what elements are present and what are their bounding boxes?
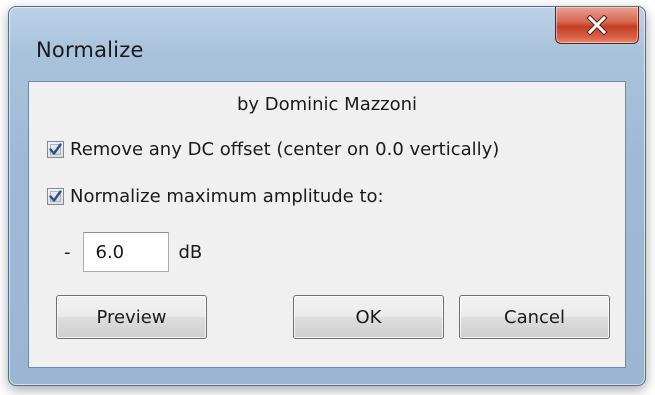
amplitude-input[interactable] [82, 232, 169, 272]
close-button[interactable] [555, 7, 639, 44]
close-x-icon [586, 15, 608, 35]
remove-dc-offset-option[interactable]: Remove any DC offset (center on 0.0 vert… [47, 139, 499, 160]
amplitude-unit: dB [178, 241, 203, 263]
author-credit: by Dominic Mazzoni [236, 94, 418, 115]
ok-button[interactable]: OK [293, 295, 444, 339]
amplitude-sign: - [64, 241, 71, 263]
normalize-max-amplitude-option[interactable]: Normalize maximum amplitude to: [47, 186, 384, 207]
dialog-title: Normalize [36, 38, 144, 62]
normalize-dialog: Normalize by Dominic Mazzoni Remove any … [8, 6, 646, 386]
remove-dc-offset-label: Remove any DC offset (center on 0.0 vert… [70, 139, 500, 160]
normalize-max-amplitude-label: Normalize maximum amplitude to: [70, 186, 384, 207]
dialog-body: by Dominic Mazzoni Remove any DC offset … [28, 81, 626, 368]
checkmark-icon [49, 190, 62, 202]
remove-dc-offset-checkbox[interactable] [47, 141, 64, 158]
cancel-button[interactable]: Cancel [459, 295, 610, 339]
normalize-max-amplitude-checkbox[interactable] [47, 188, 64, 205]
preview-button[interactable]: Preview [56, 295, 207, 339]
amplitude-row: - dB [64, 232, 202, 272]
title-bar[interactable]: Normalize [9, 7, 645, 81]
checkmark-icon [49, 143, 62, 155]
